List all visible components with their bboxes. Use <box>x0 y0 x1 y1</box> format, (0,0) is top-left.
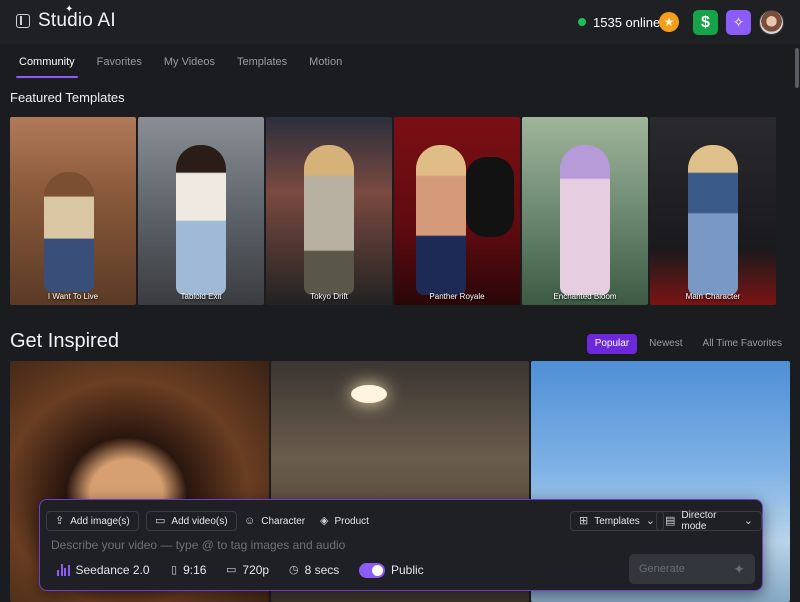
logo-sparkle-icon: ✦ <box>65 4 74 15</box>
clock-icon: ◷ <box>289 563 299 576</box>
credits-button[interactable]: $ <box>693 10 718 35</box>
sort-filters: Popular Newest All Time Favorites <box>586 334 790 354</box>
nav-tabs: Community Favorites My Videos Templates … <box>0 44 800 80</box>
visibility-label: Public <box>391 563 424 577</box>
resolution-label: 720p <box>242 563 270 577</box>
card-thumbnail <box>176 145 226 295</box>
template-card[interactable]: I Want To Live <box>10 117 136 305</box>
template-card[interactable]: Main Character <box>650 117 776 305</box>
get-inspired-title: Get Inspired <box>10 330 119 352</box>
resolution-selector[interactable]: ▭ 720p <box>226 561 269 579</box>
cube-icon: ◈ <box>320 514 329 527</box>
director-mode-label: Director mode <box>681 510 717 532</box>
generate-label: Generate <box>639 563 685 575</box>
template-card-label: Panther Royale <box>429 292 485 301</box>
card-thumbnail <box>416 145 466 295</box>
tab-favorites[interactable]: Favorites <box>86 44 153 80</box>
director-mode-dropdown[interactable]: ▤ Director mode ⌄ <box>656 510 762 532</box>
panther-shape <box>466 157 514 237</box>
tab-my-videos[interactable]: My Videos <box>153 44 226 80</box>
add-videos-button[interactable]: ▭ Add video(s) <box>146 511 237 531</box>
filter-all-time-favorites[interactable]: All Time Favorites <box>695 334 790 354</box>
video-camera-icon: ▭ <box>155 514 166 527</box>
template-card[interactable]: Enchanted Bloom <box>522 117 648 305</box>
filter-popular[interactable]: Popular <box>586 334 638 354</box>
generate-button[interactable]: Generate ✦ <box>629 554 755 584</box>
aspect-ratio-label: 9:16 <box>183 563 207 577</box>
featured-templates-title: Featured Templates <box>10 90 125 105</box>
chevron-down-icon: ⌄ <box>743 514 753 527</box>
product-button[interactable]: ◈ Product <box>312 511 377 531</box>
chevron-down-icon: ⌄ <box>645 514 656 527</box>
templates-dropdown[interactable]: ⊞ Templates ⌄ <box>570 511 665 531</box>
phone-icon: ▯ <box>171 563 178 576</box>
sparkle-icon: ✦ <box>733 561 745 577</box>
person-icon: ☺ <box>244 514 256 527</box>
card-thumbnail <box>560 145 610 295</box>
tab-motion[interactable]: Motion <box>298 44 353 80</box>
featured-carousel: I Want To Live Tabloid Exit Tokyo Drift … <box>10 117 800 305</box>
filter-newest[interactable]: Newest <box>641 334 690 354</box>
star-badge-icon[interactable]: ★ <box>659 12 679 32</box>
template-card-label: I Want To Live <box>47 292 99 301</box>
calendar-icon: ▤ <box>665 514 676 527</box>
visibility-toggle[interactable]: Public <box>359 561 424 579</box>
grid-icon: ⊞ <box>579 514 589 527</box>
duration-label: 8 secs <box>304 563 340 577</box>
duration-selector[interactable]: ◷ 8 secs <box>289 561 339 579</box>
top-bar: Studio AI ✦ 1535 online ★ $ ✧ <box>0 0 800 44</box>
public-toggle-switch[interactable] <box>359 562 385 578</box>
templates-label: Templates <box>594 515 640 527</box>
app-logo[interactable]: Studio AI <box>38 10 116 32</box>
magic-wand-button[interactable]: ✧ <box>726 10 751 35</box>
prompt-input[interactable] <box>51 536 471 554</box>
template-card[interactable]: Tokyo Drift <box>266 117 392 305</box>
card-thumbnail <box>304 145 354 295</box>
template-card-label: Tokyo Drift <box>310 292 348 301</box>
online-count: 1535 online <box>593 14 661 30</box>
add-images-button[interactable]: ⇪ Add image(s) <box>46 511 139 531</box>
monitor-icon: ▭ <box>226 563 237 576</box>
sidebar-toggle-icon[interactable] <box>16 14 30 28</box>
character-button[interactable]: ☺ Character <box>236 511 313 531</box>
add-images-label: Add image(s) <box>70 515 130 527</box>
tab-community[interactable]: Community <box>8 44 86 80</box>
template-card-label: Enchanted Bloom <box>553 292 617 301</box>
product-label: Product <box>334 515 369 527</box>
template-card[interactable]: Tabloid Exit <box>138 117 264 305</box>
template-card[interactable]: Panther Royale <box>394 117 520 305</box>
aspect-ratio-selector[interactable]: ▯ 9:16 <box>171 561 206 579</box>
online-dot-icon <box>578 18 586 26</box>
video-composer: ⇪ Add image(s) ▭ Add video(s) ☺ Characte… <box>39 499 763 591</box>
character-label: Character <box>261 515 306 527</box>
card-thumbnail <box>44 172 94 292</box>
template-card-label: Tabloid Exit <box>180 292 222 301</box>
template-card-label: Main Character <box>685 292 741 301</box>
waveform-icon <box>57 564 70 576</box>
tab-templates[interactable]: Templates <box>226 44 298 80</box>
user-avatar[interactable] <box>759 10 784 35</box>
model-label: Seedance 2.0 <box>75 563 150 577</box>
page-scrollbar[interactable] <box>795 48 799 88</box>
model-selector[interactable]: Seedance 2.0 <box>57 561 150 579</box>
upload-icon: ⇪ <box>55 514 65 527</box>
add-videos-label: Add video(s) <box>171 515 228 527</box>
online-status: 1535 online <box>578 14 660 30</box>
card-thumbnail <box>688 145 738 295</box>
